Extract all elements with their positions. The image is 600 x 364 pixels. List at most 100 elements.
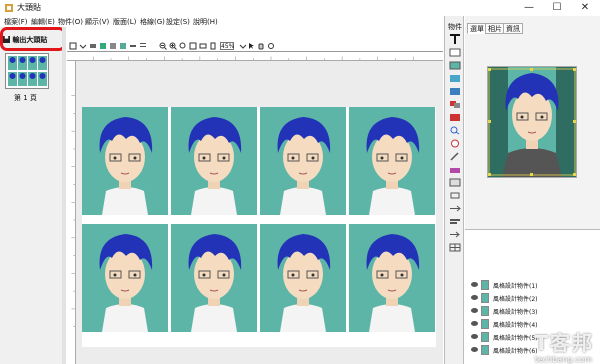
portrait-image [82, 224, 168, 332]
flip-tool-icon[interactable] [449, 204, 461, 213]
dropdown-icon[interactable] [239, 42, 247, 50]
photo-preview[interactable] [487, 66, 577, 178]
mask-tool-icon[interactable] [449, 178, 461, 187]
tab-info[interactable]: 資訊 [503, 23, 523, 34]
tools-label: 物件 [448, 23, 462, 31]
window-title: 大頭貼 [17, 3, 41, 12]
eye-icon[interactable] [471, 334, 478, 339]
menu-grid[interactable]: 格線(G) [140, 17, 165, 27]
save-icon [3, 36, 10, 43]
id-photo[interactable] [82, 224, 168, 332]
export-label: 輸出大頭貼 [12, 36, 48, 44]
id-photo[interactable] [260, 224, 346, 332]
arrow-tool-icon[interactable] [449, 230, 461, 239]
zoom-fit-icon[interactable] [179, 42, 187, 50]
eye-icon[interactable] [471, 282, 478, 287]
portrait-image [260, 224, 346, 332]
canvas[interactable] [76, 61, 443, 364]
id-photo[interactable] [349, 224, 435, 332]
id-photo[interactable] [171, 224, 257, 332]
maximize-button[interactable]: ☐ [543, 1, 571, 15]
grid-tool-icon[interactable] [449, 243, 461, 252]
watermark-url: techbang.com [534, 355, 592, 364]
list-icon[interactable] [139, 42, 147, 50]
menu-file[interactable]: 檔案(F) [4, 17, 28, 27]
shape-tool-icon[interactable] [449, 100, 461, 109]
layer-thumbnail [481, 306, 489, 316]
background-tool-icon[interactable] [449, 87, 461, 96]
brush-tool-icon[interactable] [449, 152, 461, 161]
eye-icon[interactable] [471, 295, 478, 300]
zoom-width-icon[interactable] [199, 42, 207, 50]
menu-settings[interactable]: 設定(S) [166, 17, 190, 27]
image-tool-icon[interactable] [449, 74, 461, 83]
portrait-image [171, 107, 257, 215]
layer-item[interactable]: 風格設計物件(3) [471, 306, 596, 316]
eye-icon[interactable] [471, 321, 478, 326]
crop-tool-icon[interactable] [449, 191, 461, 200]
layer-icon[interactable] [99, 42, 107, 50]
menu-help[interactable]: 說明(H) [193, 17, 218, 27]
layer-item[interactable]: 風格設計物件(1) [471, 280, 596, 290]
eye-icon[interactable] [471, 347, 478, 352]
canvas-toolbar: 45% [67, 42, 443, 52]
page-list-pane: 輸出大頭貼 第 1 頁 [0, 27, 66, 364]
vertical-ruler [67, 61, 76, 364]
pointer-icon[interactable] [247, 42, 255, 50]
tab-menu[interactable]: 選單 [467, 23, 487, 34]
photo-icon[interactable] [119, 42, 127, 50]
id-photo[interactable] [171, 107, 257, 215]
close-button[interactable]: ✕ [571, 1, 599, 15]
portrait-image [171, 224, 257, 332]
fill-tool-icon[interactable] [449, 113, 461, 122]
portrait-image [349, 107, 435, 215]
clock-tool-icon[interactable] [449, 139, 461, 148]
menu-layout[interactable]: 版面(L) [113, 17, 136, 27]
eye-icon[interactable] [471, 308, 478, 313]
print-page[interactable] [82, 107, 436, 347]
tab-photo[interactable]: 相片 [485, 23, 505, 34]
dropdown-icon[interactable] [79, 42, 87, 50]
layer-thumbnail [481, 345, 489, 355]
export-photo-button[interactable]: 輸出大頭貼 [3, 35, 61, 47]
hand-icon[interactable] [257, 42, 265, 50]
thumbnail-photos [8, 56, 47, 86]
layer-thumbnail [481, 332, 489, 342]
arrange-icon[interactable] [129, 42, 137, 50]
group-icon[interactable] [109, 42, 117, 50]
menu-view[interactable]: 顯示(V) [85, 17, 109, 27]
zoom-height-icon[interactable] [209, 42, 217, 50]
id-photo[interactable] [260, 107, 346, 215]
menu-edit[interactable]: 編輯(E) [31, 17, 55, 27]
horizontal-ruler [67, 52, 443, 61]
zoom-level[interactable]: 45% [220, 42, 234, 50]
layer-thumbnail [481, 293, 489, 303]
align-tool-icon[interactable] [449, 217, 461, 226]
print-tool-icon[interactable] [449, 165, 461, 174]
photo-tool-icon[interactable] [449, 61, 461, 70]
minimize-button[interactable]: — [515, 1, 543, 15]
app-icon [5, 4, 13, 12]
menu-object[interactable]: 物件(O) [58, 17, 83, 27]
rotate-icon[interactable] [267, 42, 275, 50]
frame-tool-icon[interactable] [449, 48, 461, 57]
search-tool-icon[interactable] [449, 126, 461, 135]
page-label: 第 1 頁 [14, 94, 37, 102]
zoom-out-icon[interactable] [159, 42, 167, 50]
portrait-image [349, 224, 435, 332]
id-photo[interactable] [82, 107, 168, 215]
page-thumbnail[interactable] [5, 53, 49, 89]
zoom-page-icon[interactable] [189, 42, 197, 50]
select-icon[interactable] [69, 42, 77, 50]
layer-thumbnail [481, 280, 489, 290]
id-photo[interactable] [349, 107, 435, 215]
portrait-image [260, 107, 346, 215]
preview-portrait [488, 67, 576, 177]
properties-panel: 選單 相片 資訊 ▣ ▲ ▼ ⇅ 風格設計物件(1) 風格設計物件(2) 風格設… [465, 16, 600, 364]
layer-item[interactable]: 風格設計物件(2) [471, 293, 596, 303]
pane-splitter[interactable] [62, 27, 66, 364]
object-tools: 物件 [444, 16, 464, 364]
zoom-in-icon[interactable] [169, 42, 177, 50]
align-icon[interactable] [89, 42, 97, 50]
text-tool-icon[interactable] [449, 33, 461, 45]
